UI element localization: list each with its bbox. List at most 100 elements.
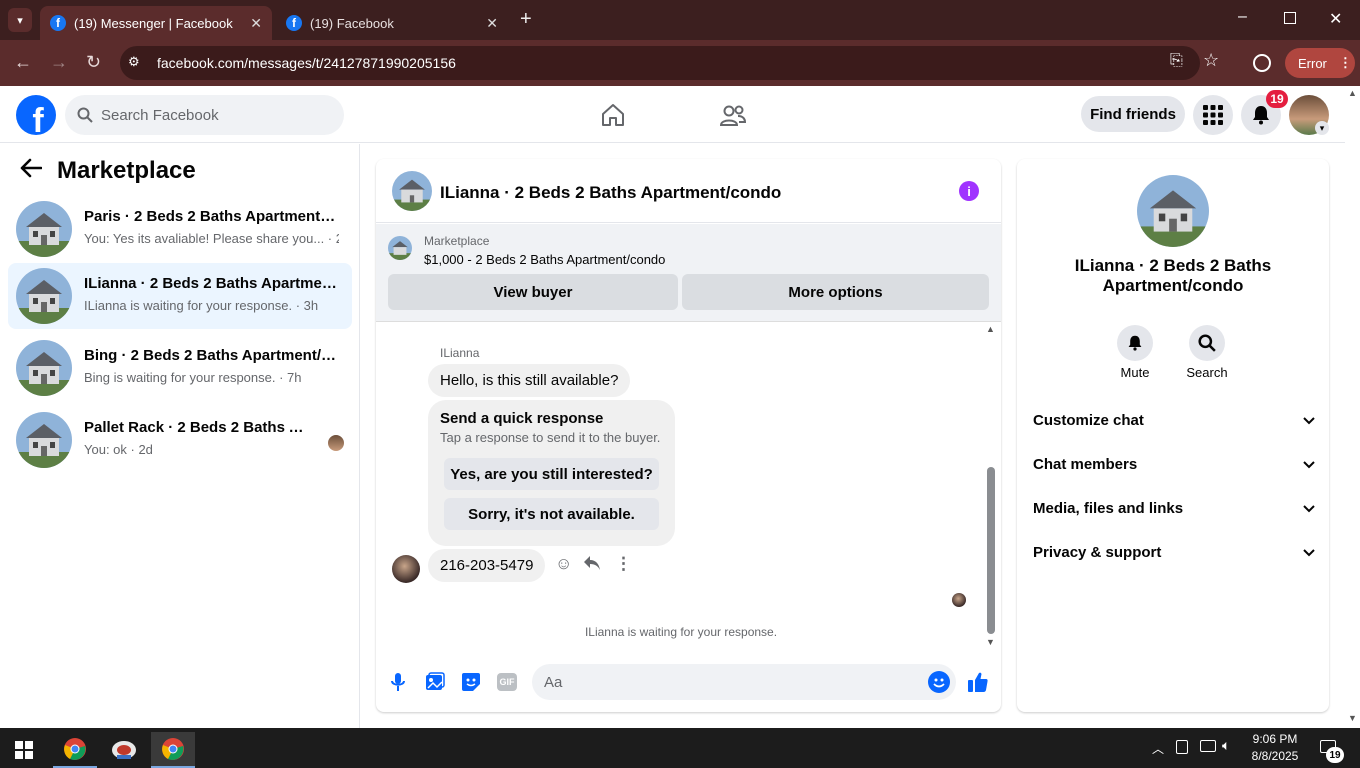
chat-members-section[interactable]: Chat members <box>1033 456 1315 473</box>
chat-title[interactable]: ILianna · 2 Beds 2 Baths Apartment/condo <box>440 183 781 203</box>
reload-button[interactable]: ↻ <box>86 52 101 73</box>
listing-price-title[interactable]: $1,000 - 2 Beds 2 Baths Apartment/condo <box>424 252 665 267</box>
read-receipt-avatar <box>952 593 966 607</box>
facebook-favicon-icon: f <box>286 15 302 31</box>
clock-time[interactable]: 9:06 PM <box>1250 732 1300 746</box>
install-app-icon[interactable]: ⎘ <box>1170 52 1183 70</box>
media-files-links-section[interactable]: Media, files and links <box>1033 500 1315 517</box>
tab-title: (19) Facebook <box>310 15 394 31</box>
app-taskbar-icon[interactable] <box>102 732 146 768</box>
info-icon[interactable]: i <box>959 181 979 201</box>
mute-label: Mute <box>1120 365 1150 380</box>
tray-app-icon[interactable] <box>1176 740 1188 754</box>
menu-button[interactable] <box>1193 95 1233 135</box>
chat-scroll-up-icon[interactable]: ▲ <box>986 324 995 334</box>
conversation-item-pallet-rack[interactable]: Pallet Rack · 2 Beds 2 Baths Apartment/c… <box>8 407 352 473</box>
message-input[interactable]: Aa <box>532 664 956 700</box>
microphone-icon[interactable] <box>390 672 406 697</box>
emoji-icon[interactable] <box>928 671 950 693</box>
like-icon[interactable] <box>967 671 989 698</box>
account-chevron-icon[interactable]: ▾ <box>1315 121 1329 135</box>
tab-title: (19) Messenger | Facebook <box>74 15 233 31</box>
react-icon[interactable]: ☺ <box>555 554 572 574</box>
chevron-down-icon <box>1303 412 1315 429</box>
tab-facebook[interactable]: f (19) Facebook ✕ <box>276 6 508 40</box>
section-label: Customize chat <box>1033 412 1144 429</box>
conversation-item-bing[interactable]: Bing · 2 Beds 2 Baths Apartment/condo Bi… <box>8 335 352 401</box>
more-actions-icon[interactable]: ⋮ <box>615 554 632 574</box>
conversation-title: Bing · 2 Beds 2 Baths Apartment/condo <box>84 347 339 364</box>
facebook-favicon-icon: f <box>50 15 66 31</box>
notification-badge: 19 <box>1266 90 1288 108</box>
listing-banner: Marketplace $1,000 - 2 Beds 2 Baths Apar… <box>376 224 1001 322</box>
maximize-button[interactable] <box>1284 12 1296 24</box>
quick-reply-not-available[interactable]: Sorry, it's not available. <box>444 498 659 530</box>
photo-icon[interactable] <box>425 672 445 697</box>
marketplace-conversation-list: Marketplace Paris · 2 Beds 2 Baths Apart… <box>0 144 360 728</box>
chat-scrollbar[interactable] <box>987 467 995 634</box>
find-friends-button[interactable]: Find friends <box>1081 96 1185 132</box>
conversation-item-ilianna[interactable]: ILianna · 2 Beds 2 Baths Apartment/condo… <box>8 263 352 329</box>
minimize-button[interactable]: – <box>1238 8 1247 26</box>
error-label: Error <box>1298 55 1327 71</box>
chevron-down-icon <box>1303 456 1315 473</box>
new-tab-button[interactable]: + <box>520 8 532 31</box>
conversation-snippet: Bing is waiting for your response. · 7h <box>84 370 302 385</box>
back-button[interactable]: ← <box>14 52 32 73</box>
listing-thumbnail <box>16 412 72 468</box>
privacy-support-section[interactable]: Privacy & support <box>1033 544 1315 561</box>
home-icon[interactable] <box>600 103 626 132</box>
error-button[interactable]: Error ⋮ <box>1285 48 1355 78</box>
reply-icon[interactable] <box>583 555 601 576</box>
notification-center-badge: 19 <box>1326 747 1344 763</box>
close-window-button[interactable]: ✕ <box>1329 9 1342 29</box>
friends-icon[interactable] <box>719 104 747 133</box>
site-info-icon[interactable]: ⚙ <box>128 54 140 70</box>
profile-picture[interactable] <box>1137 175 1209 247</box>
view-buyer-button[interactable]: View buyer <box>388 274 678 310</box>
waiting-status: ILianna is waiting for your response. <box>584 625 778 639</box>
chat-avatar[interactable] <box>392 171 432 211</box>
customize-chat-section[interactable]: Customize chat <box>1033 412 1315 429</box>
chrome-taskbar-icon[interactable] <box>53 732 97 768</box>
back-arrow-icon[interactable] <box>20 158 43 183</box>
conversation-snippet: ILianna is waiting for your response. · … <box>84 298 319 313</box>
clock-date[interactable]: 8/8/2025 <box>1247 749 1303 763</box>
facebook-logo-icon[interactable]: f <box>16 95 56 135</box>
network-icon[interactable] <box>1200 740 1216 752</box>
chevron-down-icon <box>1303 500 1315 517</box>
bookmark-star-icon[interactable]: ☆ <box>1203 50 1219 71</box>
message-input-placeholder: Aa <box>544 674 563 691</box>
search-in-chat-button[interactable] <box>1189 325 1225 361</box>
windows-start-icon[interactable] <box>2 732 46 768</box>
chevron-down-icon <box>1303 544 1315 561</box>
volume-icon[interactable]: 🔈︎ <box>1222 737 1230 754</box>
quick-reply-interested[interactable]: Yes, are you still interested? <box>444 458 659 490</box>
close-tab-icon[interactable]: ✕ <box>250 15 262 32</box>
tray-chevron-icon[interactable]: ︿ <box>1152 740 1164 757</box>
quick-response-card: Send a quick response Tap a response to … <box>428 400 675 546</box>
more-options-button[interactable]: More options <box>682 274 989 310</box>
tab-messenger[interactable]: f (19) Messenger | Facebook ✕ <box>40 6 272 40</box>
tab-search-button[interactable]: ▾ <box>8 8 32 32</box>
forward-button[interactable]: → <box>50 52 68 73</box>
chrome-active-taskbar-icon[interactable] <box>151 732 195 768</box>
message-bubble[interactable]: 216-203-5479 <box>428 549 546 582</box>
conversation-title: ILianna · 2 Beds 2 Baths Apartment/condo <box>84 275 339 292</box>
message-bubble[interactable]: Hello, is this still available? <box>428 364 631 397</box>
grid-menu-icon <box>1203 105 1223 125</box>
mute-button[interactable] <box>1117 325 1153 361</box>
profile-name: ILianna · 2 Beds 2 Baths Apartment/condo <box>1074 256 1272 295</box>
gif-icon[interactable]: GIF <box>497 673 517 691</box>
page-scroll-up-icon[interactable]: ▲ <box>1348 88 1357 98</box>
page-scroll-down-icon[interactable]: ▼ <box>1348 713 1357 723</box>
conversation-item-paris[interactable]: Paris · 2 Beds 2 Baths Apartment/condo Y… <box>8 196 352 262</box>
close-tab-icon[interactable]: ✕ <box>486 15 498 32</box>
sticker-icon[interactable] <box>461 672 481 697</box>
page-title: Marketplace <box>57 157 196 184</box>
search-bar[interactable]: Search Facebook <box>65 95 344 135</box>
profile-icon[interactable] <box>1253 54 1271 72</box>
windows-taskbar: ︿ 🔈︎ 9:06 PM 8/8/2025 19 <box>0 728 1360 768</box>
chat-scroll-down-icon[interactable]: ▼ <box>986 637 995 647</box>
quick-response-title: Send a quick response <box>440 410 604 427</box>
